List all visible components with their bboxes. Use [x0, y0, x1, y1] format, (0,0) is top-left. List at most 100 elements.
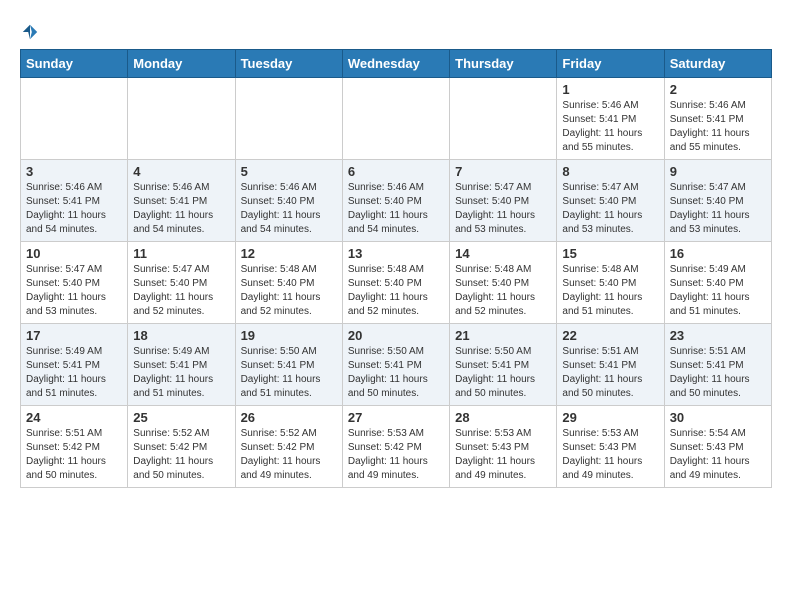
calendar-week-row: 3 Sunrise: 5:46 AM Sunset: 5:41 PM Daylig…: [21, 160, 772, 242]
day-number: 23: [670, 328, 766, 343]
calendar-header-thursday: Thursday: [450, 50, 557, 78]
day-info: Sunrise: 5:46 AM Sunset: 5:40 PM Dayligh…: [241, 181, 337, 237]
calendar-cell: 9 Sunrise: 5:47 AM Sunset: 5:40 PM Daylig…: [664, 160, 771, 242]
day-number: 26: [241, 410, 337, 425]
calendar-cell: 13 Sunrise: 5:48 AM Sunset: 5:40 PM Dayli…: [342, 242, 449, 324]
logo: [20, 20, 39, 39]
day-number: 10: [26, 246, 122, 261]
day-info: Sunrise: 5:49 AM Sunset: 5:41 PM Dayligh…: [26, 345, 122, 401]
day-info: Sunrise: 5:46 AM Sunset: 5:41 PM Dayligh…: [133, 181, 229, 237]
calendar-week-row: 17 Sunrise: 5:49 AM Sunset: 5:41 PM Dayli…: [21, 324, 772, 406]
logo-icon: [21, 23, 39, 41]
calendar-cell: 17 Sunrise: 5:49 AM Sunset: 5:41 PM Dayli…: [21, 324, 128, 406]
calendar-table: SundayMondayTuesdayWednesdayThursdayFrid…: [20, 49, 772, 488]
calendar-cell: 18 Sunrise: 5:49 AM Sunset: 5:41 PM Dayli…: [128, 324, 235, 406]
calendar-cell: 11 Sunrise: 5:47 AM Sunset: 5:40 PM Dayli…: [128, 242, 235, 324]
calendar-cell: 27 Sunrise: 5:53 AM Sunset: 5:42 PM Dayli…: [342, 406, 449, 488]
day-number: 19: [241, 328, 337, 343]
calendar-header-saturday: Saturday: [664, 50, 771, 78]
day-info: Sunrise: 5:49 AM Sunset: 5:40 PM Dayligh…: [670, 263, 766, 319]
day-info: Sunrise: 5:51 AM Sunset: 5:42 PM Dayligh…: [26, 427, 122, 483]
calendar-cell: 19 Sunrise: 5:50 AM Sunset: 5:41 PM Dayli…: [235, 324, 342, 406]
day-info: Sunrise: 5:46 AM Sunset: 5:41 PM Dayligh…: [670, 99, 766, 155]
day-number: 17: [26, 328, 122, 343]
calendar-cell: 3Sunrise: 5:46 AM Sunset: 5:41 PM Daylig…: [21, 160, 128, 242]
calendar-cell: 5 Sunrise: 5:46 AM Sunset: 5:40 PM Daylig…: [235, 160, 342, 242]
day-number: 9: [670, 164, 766, 179]
day-info: Sunrise: 5:52 AM Sunset: 5:42 PM Dayligh…: [241, 427, 337, 483]
day-number: 6: [348, 164, 444, 179]
day-info: Sunrise: 5:48 AM Sunset: 5:40 PM Dayligh…: [348, 263, 444, 319]
day-number: 11: [133, 246, 229, 261]
day-info: Sunrise: 5:50 AM Sunset: 5:41 PM Dayligh…: [241, 345, 337, 401]
day-info: Sunrise: 5:52 AM Sunset: 5:42 PM Dayligh…: [133, 427, 229, 483]
day-number: 22: [562, 328, 658, 343]
day-number: 29: [562, 410, 658, 425]
day-info: Sunrise: 5:47 AM Sunset: 5:40 PM Dayligh…: [562, 181, 658, 237]
calendar-cell: [128, 78, 235, 160]
day-info: Sunrise: 5:53 AM Sunset: 5:43 PM Dayligh…: [455, 427, 551, 483]
day-number: 14: [455, 246, 551, 261]
page: SundayMondayTuesdayWednesdayThursdayFrid…: [0, 0, 792, 498]
calendar-cell: 23 Sunrise: 5:51 AM Sunset: 5:41 PM Dayli…: [664, 324, 771, 406]
day-info: Sunrise: 5:47 AM Sunset: 5:40 PM Dayligh…: [26, 263, 122, 319]
calendar-cell: 8 Sunrise: 5:47 AM Sunset: 5:40 PM Daylig…: [557, 160, 664, 242]
day-number: 15: [562, 246, 658, 261]
calendar-week-row: 24Sunrise: 5:51 AM Sunset: 5:42 PM Dayli…: [21, 406, 772, 488]
calendar-cell: 12 Sunrise: 5:48 AM Sunset: 5:40 PM Dayli…: [235, 242, 342, 324]
calendar-cell: 21 Sunrise: 5:50 AM Sunset: 5:41 PM Dayli…: [450, 324, 557, 406]
header: [20, 20, 772, 39]
day-number: 30: [670, 410, 766, 425]
day-info: Sunrise: 5:49 AM Sunset: 5:41 PM Dayligh…: [133, 345, 229, 401]
calendar-header-wednesday: Wednesday: [342, 50, 449, 78]
day-number: 28: [455, 410, 551, 425]
day-info: Sunrise: 5:50 AM Sunset: 5:41 PM Dayligh…: [455, 345, 551, 401]
day-number: 27: [348, 410, 444, 425]
day-info: Sunrise: 5:48 AM Sunset: 5:40 PM Dayligh…: [562, 263, 658, 319]
calendar-header-tuesday: Tuesday: [235, 50, 342, 78]
day-info: Sunrise: 5:46 AM Sunset: 5:41 PM Dayligh…: [562, 99, 658, 155]
calendar-cell: [450, 78, 557, 160]
day-number: 1: [562, 82, 658, 97]
day-number: 13: [348, 246, 444, 261]
day-number: 20: [348, 328, 444, 343]
calendar-cell: 2Sunrise: 5:46 AM Sunset: 5:41 PM Daylig…: [664, 78, 771, 160]
day-info: Sunrise: 5:47 AM Sunset: 5:40 PM Dayligh…: [455, 181, 551, 237]
day-info: Sunrise: 5:46 AM Sunset: 5:40 PM Dayligh…: [348, 181, 444, 237]
day-number: 21: [455, 328, 551, 343]
calendar-cell: 16 Sunrise: 5:49 AM Sunset: 5:40 PM Dayli…: [664, 242, 771, 324]
day-number: 12: [241, 246, 337, 261]
day-number: 5: [241, 164, 337, 179]
day-info: Sunrise: 5:48 AM Sunset: 5:40 PM Dayligh…: [241, 263, 337, 319]
calendar-week-row: 1 Sunrise: 5:46 AM Sunset: 5:41 PM Daylig…: [21, 78, 772, 160]
day-info: Sunrise: 5:48 AM Sunset: 5:40 PM Dayligh…: [455, 263, 551, 319]
day-number: 18: [133, 328, 229, 343]
calendar-cell: 15 Sunrise: 5:48 AM Sunset: 5:40 PM Dayli…: [557, 242, 664, 324]
day-info: Sunrise: 5:51 AM Sunset: 5:41 PM Dayligh…: [562, 345, 658, 401]
calendar-header-friday: Friday: [557, 50, 664, 78]
calendar-week-row: 10 Sunrise: 5:47 AM Sunset: 5:40 PM Dayli…: [21, 242, 772, 324]
calendar-cell: 29 Sunrise: 5:53 AM Sunset: 5:43 PM Dayli…: [557, 406, 664, 488]
day-number: 8: [562, 164, 658, 179]
day-info: Sunrise: 5:53 AM Sunset: 5:43 PM Dayligh…: [562, 427, 658, 483]
calendar-cell: 20Sunrise: 5:50 AM Sunset: 5:41 PM Dayli…: [342, 324, 449, 406]
calendar-cell: [342, 78, 449, 160]
calendar-cell: 25 Sunrise: 5:52 AM Sunset: 5:42 PM Dayli…: [128, 406, 235, 488]
calendar-cell: 6 Sunrise: 5:46 AM Sunset: 5:40 PM Daylig…: [342, 160, 449, 242]
calendar-cell: 7Sunrise: 5:47 AM Sunset: 5:40 PM Daylig…: [450, 160, 557, 242]
day-info: Sunrise: 5:54 AM Sunset: 5:43 PM Dayligh…: [670, 427, 766, 483]
day-number: 16: [670, 246, 766, 261]
day-info: Sunrise: 5:47 AM Sunset: 5:40 PM Dayligh…: [133, 263, 229, 319]
calendar-cell: 14 Sunrise: 5:48 AM Sunset: 5:40 PM Dayli…: [450, 242, 557, 324]
day-number: 3: [26, 164, 122, 179]
calendar-cell: 1 Sunrise: 5:46 AM Sunset: 5:41 PM Daylig…: [557, 78, 664, 160]
day-info: Sunrise: 5:47 AM Sunset: 5:40 PM Dayligh…: [670, 181, 766, 237]
calendar-cell: 4Sunrise: 5:46 AM Sunset: 5:41 PM Daylig…: [128, 160, 235, 242]
day-number: 25: [133, 410, 229, 425]
day-info: Sunrise: 5:51 AM Sunset: 5:41 PM Dayligh…: [670, 345, 766, 401]
calendar-cell: 26 Sunrise: 5:52 AM Sunset: 5:42 PM Dayli…: [235, 406, 342, 488]
calendar-cell: 22 Sunrise: 5:51 AM Sunset: 5:41 PM Dayli…: [557, 324, 664, 406]
calendar-cell: [21, 78, 128, 160]
calendar-header-row: SundayMondayTuesdayWednesdayThursdayFrid…: [21, 50, 772, 78]
day-info: Sunrise: 5:53 AM Sunset: 5:42 PM Dayligh…: [348, 427, 444, 483]
